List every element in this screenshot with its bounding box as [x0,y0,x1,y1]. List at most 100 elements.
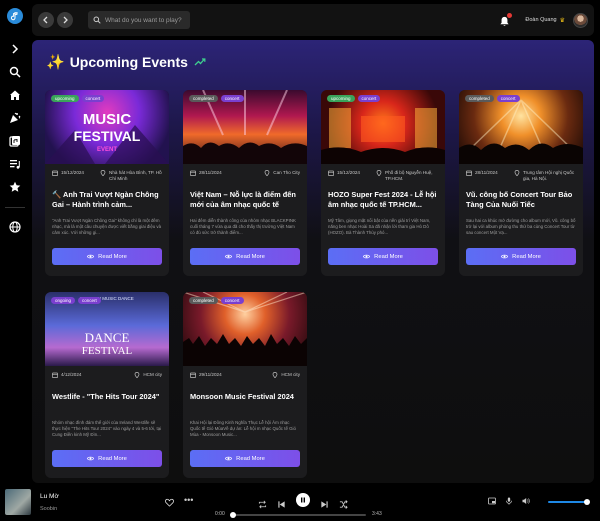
miniplayer-icon[interactable] [488,497,496,505]
event-date: 29/11/2024 [190,372,222,378]
next-button[interactable] [320,496,329,508]
sidebar-item-library[interactable] [4,130,26,152]
read-more-button[interactable]: Read More [52,450,162,467]
globe-icon [9,221,21,233]
status-badge: completed [465,95,494,102]
user-name[interactable]: Đoàn Quang [525,17,556,23]
volume-knob[interactable] [584,499,590,505]
language-button[interactable] [4,216,26,238]
back-button[interactable] [38,12,54,28]
location-pin-icon [264,170,270,176]
progress-knob[interactable] [230,512,236,518]
shuffle-icon [339,499,348,509]
event-meta: 28/11/2024 Trung tâm Hội nghị Quốc gia, … [459,164,583,186]
sidebar-item-favorites[interactable] [4,176,26,198]
event-date-text: 28/11/2024 [475,170,498,175]
event-title[interactable]: Westlife - "The Hits Tour 2024" [45,388,169,416]
party-icon [10,112,21,123]
heart-icon[interactable] [165,498,174,507]
notifications-button[interactable] [499,13,513,26]
event-location: HCM city [272,372,300,378]
event-image: completed concert [459,90,583,164]
event-description: Sau hai ca khúc mở đường cho album mới, … [466,218,576,235]
expand-sidebar-button[interactable] [4,38,26,60]
event-tags: completed concert [189,95,244,102]
sidebar-item-playlists[interactable] [4,153,26,175]
event-card[interactable]: MUSIC FESTIVAL EVENT upcoming concert 15… [45,90,169,276]
location-pin-icon [514,170,520,176]
repeat-button[interactable] [258,496,267,508]
crown-icon: ♛ [559,17,565,24]
event-card[interactable]: completed concert 28/11/2024 Trung tâm H… [459,90,583,276]
event-title[interactable]: Monsoon Music Festival 2024 [183,388,307,416]
album-cover[interactable] [5,489,31,515]
event-meta: 15/12/2024 Nhà hát Hòa Bình, TP. Hồ Chí … [45,164,169,186]
chevron-right-icon [12,44,19,54]
event-tags: upcoming concert [327,95,381,102]
pause-icon [301,497,305,503]
sidebar-item-search[interactable] [4,61,26,83]
playlist-icon [10,160,20,169]
more-options-button[interactable]: ••• [184,495,193,505]
event-description: Khai Hội lại Đông Kinh Nghĩa Thục Lễ hội… [190,420,296,437]
read-more-button[interactable]: Read More [190,248,300,265]
category-badge: concert [496,95,520,102]
event-date-text: 29/11/2024 [199,372,222,377]
microphone-icon[interactable] [505,497,513,505]
sidebar-item-events[interactable] [4,107,26,129]
extra-controls [488,497,530,505]
category-badge: concert [81,95,105,102]
search-icon [9,66,21,78]
category-badge: concert [357,95,381,102]
location-pin-icon [273,372,278,378]
event-location: Nhà hát Hòa Bình, TP. Hồ Chí Minh [100,170,162,181]
event-meta: 28/11/2024 Can Tho City [183,164,307,186]
hammer-icon: 🔨 [52,190,63,199]
shuffle-button[interactable] [339,496,348,509]
image-text-3: EVENT [97,147,117,153]
forward-button[interactable] [57,12,73,28]
image-text-3: FESTIVAL [82,345,133,357]
volume-slider[interactable] [548,499,590,505]
event-image: upcoming concert [321,90,445,164]
event-title[interactable]: Việt Nam – Nỗ lực là điểm đến mới của âm… [183,186,307,214]
library-icon [9,136,20,147]
previous-button[interactable] [277,496,286,508]
app-logo[interactable] [7,8,23,24]
sidebar-divider [5,207,25,208]
event-location-text: Phố đi bộ Nguyễn Huệ, TP.HCM. [385,170,433,181]
calendar-icon [190,170,196,176]
event-tags: completed concert [465,95,520,102]
event-card[interactable]: completed concert 29/11/2024 HCM city Mo… [183,292,307,478]
event-title[interactable]: 🔨 Anh Trai Vượt Ngàn Chông Gai – Hành tr… [45,186,169,214]
skip-back-icon [278,500,285,508]
event-card[interactable]: upcoming concert 15/12/2024 Phố đi bộ Ng… [321,90,445,276]
search-icon [93,16,101,24]
event-location-text: Can Tho City [273,170,300,175]
volume-icon[interactable] [522,497,530,505]
event-image: THE NEW MUSIC DANCE DANCE FESTIVAL ongoi… [45,292,169,366]
avatar[interactable] [573,12,588,28]
read-more-button[interactable]: Read More [466,248,576,265]
event-title[interactable]: HOZO Super Fest 2024 - Lễ hội âm nhạc qu… [321,186,445,214]
eye-icon [225,456,233,461]
event-location: HCM city [134,372,162,378]
track-title[interactable]: Lu Mờ [40,493,59,500]
search-input[interactable] [105,16,193,24]
play-button[interactable] [296,493,310,507]
search-box[interactable] [88,11,193,29]
event-title[interactable]: Vũ. công bố Concert Tour Bảo Tàng Của Nu… [459,186,583,214]
top-right-area: Đoàn Quang ♛ [499,12,588,28]
sidebar-item-home[interactable] [4,84,26,106]
eye-icon [363,254,371,259]
read-more-label: Read More [236,455,265,462]
progress-bar[interactable] [230,512,366,518]
event-card[interactable]: completed concert 28/11/2024 Can Tho Cit… [183,90,307,276]
read-more-label: Read More [236,253,265,260]
read-more-button[interactable]: Read More [190,450,300,467]
track-artist[interactable]: Soobin [40,506,57,512]
read-more-button[interactable]: Read More [52,248,162,265]
read-more-button[interactable]: Read More [328,248,438,265]
sidebar [0,0,30,483]
event-card[interactable]: THE NEW MUSIC DANCE DANCE FESTIVAL ongoi… [45,292,169,478]
